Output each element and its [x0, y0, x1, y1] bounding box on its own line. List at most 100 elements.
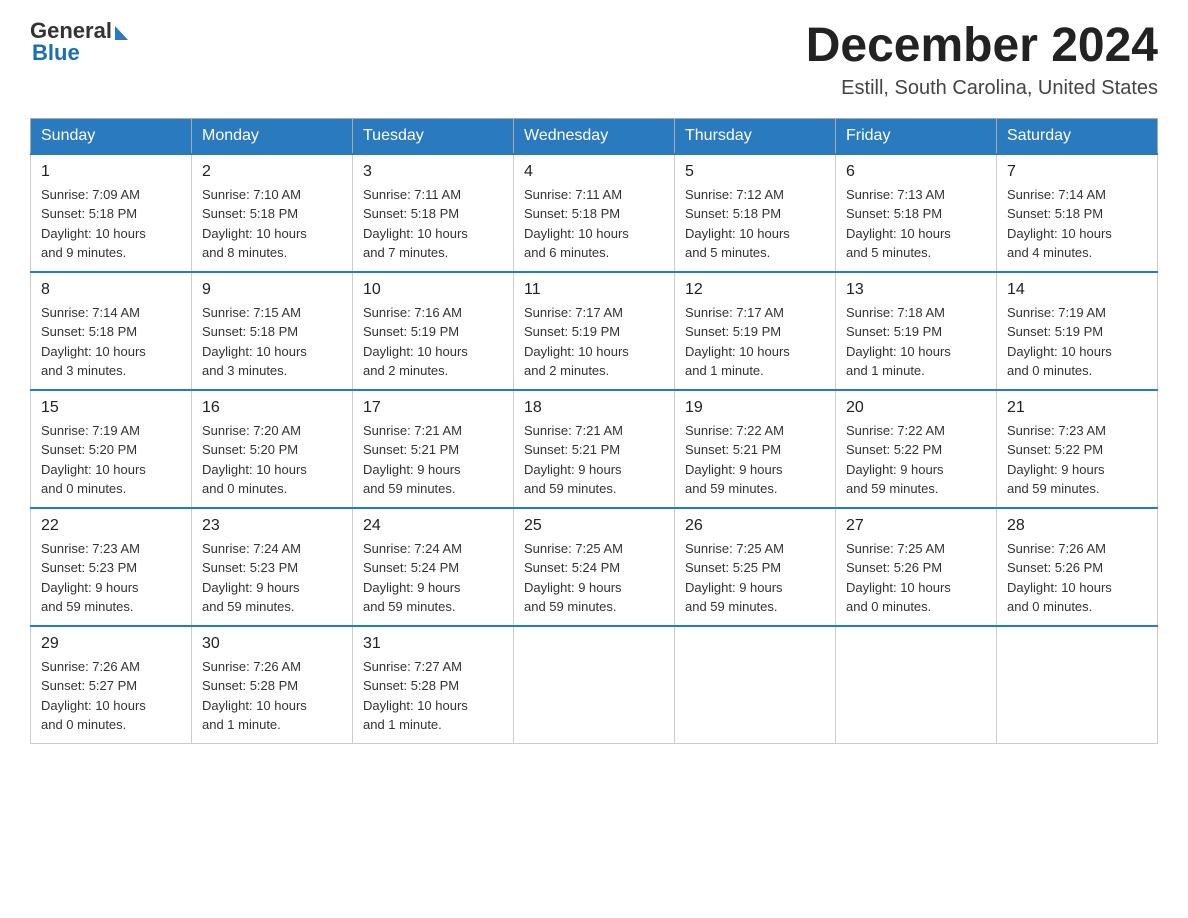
day-number: 12 [685, 281, 825, 299]
day-info: Sunrise: 7:17 AMSunset: 5:19 PMDaylight:… [524, 303, 664, 381]
day-info: Sunrise: 7:10 AMSunset: 5:18 PMDaylight:… [202, 185, 342, 263]
calendar-cell: 19 Sunrise: 7:22 AMSunset: 5:21 PMDayligh… [675, 390, 836, 508]
day-number: 19 [685, 399, 825, 417]
calendar-cell: 8Sunrise: 7:14 AMSunset: 5:18 PMDaylight… [31, 272, 192, 390]
location-subtitle: Estill, South Carolina, United States [806, 77, 1158, 100]
day-info: Sunrise: 7:14 AMSunset: 5:18 PMDaylight:… [1007, 185, 1147, 263]
logo: General Blue [30, 20, 128, 64]
day-number: 13 [846, 281, 986, 299]
logo-blue-text: Blue [32, 40, 80, 65]
calendar-cell: 2 Sunrise: 7:10 AMSunset: 5:18 PMDaylight… [192, 154, 353, 272]
day-number: 30 [202, 635, 342, 653]
calendar-cell: 29 Sunrise: 7:26 AMSunset: 5:27 PMDayligh… [31, 626, 192, 744]
day-info: Sunrise: 7:23 AMSunset: 5:22 PMDaylight:… [1007, 421, 1147, 499]
day-number: 28 [1007, 517, 1147, 535]
day-number: 22 [41, 517, 181, 535]
day-number: 16 [202, 399, 342, 417]
day-number: 2 [202, 163, 342, 181]
day-number: 9 [202, 281, 342, 299]
calendar-cell: 30 Sunrise: 7:26 AMSunset: 5:28 PMDayligh… [192, 626, 353, 744]
day-info: Sunrise: 7:25 AMSunset: 5:26 PMDaylight:… [846, 539, 986, 617]
day-number: 11 [524, 281, 664, 299]
day-info: Sunrise: 7:25 AMSunset: 5:24 PMDaylight:… [524, 539, 664, 617]
calendar-cell: 10 Sunrise: 7:16 AMSunset: 5:19 PMDayligh… [353, 272, 514, 390]
header-thursday: Thursday [675, 118, 836, 154]
day-info: Sunrise: 7:21 AMSunset: 5:21 PMDaylight:… [524, 421, 664, 499]
day-number: 26 [685, 517, 825, 535]
day-info: Sunrise: 7:26 AMSunset: 5:28 PMDaylight:… [202, 657, 342, 735]
calendar-cell: 3Sunrise: 7:11 AMSunset: 5:18 PMDaylight… [353, 154, 514, 272]
day-info: Sunrise: 7:15 AMSunset: 5:18 PMDaylight:… [202, 303, 342, 381]
day-number: 10 [363, 281, 503, 299]
calendar-cell: 25Sunrise: 7:25 AMSunset: 5:24 PMDayligh… [514, 508, 675, 626]
day-info: Sunrise: 7:21 AMSunset: 5:21 PMDaylight:… [363, 421, 503, 499]
day-number: 24 [363, 517, 503, 535]
day-info: Sunrise: 7:19 AMSunset: 5:19 PMDaylight:… [1007, 303, 1147, 381]
day-number: 6 [846, 163, 986, 181]
calendar-cell: 13 Sunrise: 7:18 AMSunset: 5:19 PMDayligh… [836, 272, 997, 390]
calendar-week-row: 15Sunrise: 7:19 AMSunset: 5:20 PMDayligh… [31, 390, 1158, 508]
header-wednesday: Wednesday [514, 118, 675, 154]
day-info: Sunrise: 7:23 AMSunset: 5:23 PMDaylight:… [41, 539, 181, 617]
day-number: 31 [363, 635, 503, 653]
calendar-cell: 17 Sunrise: 7:21 AMSunset: 5:21 PMDayligh… [353, 390, 514, 508]
header-saturday: Saturday [997, 118, 1158, 154]
calendar-cell: 14 Sunrise: 7:19 AMSunset: 5:19 PMDayligh… [997, 272, 1158, 390]
calendar-cell: 12Sunrise: 7:17 AMSunset: 5:19 PMDayligh… [675, 272, 836, 390]
day-number: 1 [41, 163, 181, 181]
calendar-week-row: 1 Sunrise: 7:09 AMSunset: 5:18 PMDaylight… [31, 154, 1158, 272]
day-info: Sunrise: 7:26 AMSunset: 5:27 PMDaylight:… [41, 657, 181, 735]
calendar-week-row: 22 Sunrise: 7:23 AMSunset: 5:23 PMDayligh… [31, 508, 1158, 626]
day-info: Sunrise: 7:11 AMSunset: 5:18 PMDaylight:… [524, 185, 664, 263]
day-info: Sunrise: 7:18 AMSunset: 5:19 PMDaylight:… [846, 303, 986, 381]
day-info: Sunrise: 7:13 AMSunset: 5:18 PMDaylight:… [846, 185, 986, 263]
day-number: 20 [846, 399, 986, 417]
day-info: Sunrise: 7:25 AMSunset: 5:25 PMDaylight:… [685, 539, 825, 617]
calendar-cell: 16 Sunrise: 7:20 AMSunset: 5:20 PMDayligh… [192, 390, 353, 508]
calendar-cell: 20 Sunrise: 7:22 AMSunset: 5:22 PMDayligh… [836, 390, 997, 508]
calendar-cell: 23Sunrise: 7:24 AMSunset: 5:23 PMDayligh… [192, 508, 353, 626]
day-info: Sunrise: 7:12 AMSunset: 5:18 PMDaylight:… [685, 185, 825, 263]
calendar-cell: 4 Sunrise: 7:11 AMSunset: 5:18 PMDaylight… [514, 154, 675, 272]
calendar-cell: 28 Sunrise: 7:26 AMSunset: 5:26 PMDayligh… [997, 508, 1158, 626]
day-info: Sunrise: 7:09 AMSunset: 5:18 PMDaylight:… [41, 185, 181, 263]
calendar-cell: 27Sunrise: 7:25 AMSunset: 5:26 PMDayligh… [836, 508, 997, 626]
page-header: General Blue December 2024 Estill, South… [30, 20, 1158, 100]
header-friday: Friday [836, 118, 997, 154]
calendar-cell: 1 Sunrise: 7:09 AMSunset: 5:18 PMDaylight… [31, 154, 192, 272]
day-number: 14 [1007, 281, 1147, 299]
day-info: Sunrise: 7:22 AMSunset: 5:22 PMDaylight:… [846, 421, 986, 499]
header-tuesday: Tuesday [353, 118, 514, 154]
day-info: Sunrise: 7:20 AMSunset: 5:20 PMDaylight:… [202, 421, 342, 499]
day-info: Sunrise: 7:26 AMSunset: 5:26 PMDaylight:… [1007, 539, 1147, 617]
logo-general-text: General [30, 20, 112, 42]
calendar-cell: 9 Sunrise: 7:15 AMSunset: 5:18 PMDaylight… [192, 272, 353, 390]
day-number: 23 [202, 517, 342, 535]
day-info: Sunrise: 7:22 AMSunset: 5:21 PMDaylight:… [685, 421, 825, 499]
calendar-cell: 24 Sunrise: 7:24 AMSunset: 5:24 PMDayligh… [353, 508, 514, 626]
calendar-cell [997, 626, 1158, 744]
days-of-week-header: SundayMondayTuesdayWednesdayThursdayFrid… [31, 118, 1158, 154]
header-monday: Monday [192, 118, 353, 154]
calendar-cell: 5 Sunrise: 7:12 AMSunset: 5:18 PMDaylight… [675, 154, 836, 272]
day-number: 17 [363, 399, 503, 417]
day-number: 21 [1007, 399, 1147, 417]
calendar-cell: 18 Sunrise: 7:21 AMSunset: 5:21 PMDayligh… [514, 390, 675, 508]
calendar-cell: 31 Sunrise: 7:27 AMSunset: 5:28 PMDayligh… [353, 626, 514, 744]
day-info: Sunrise: 7:27 AMSunset: 5:28 PMDaylight:… [363, 657, 503, 735]
calendar-cell: 26 Sunrise: 7:25 AMSunset: 5:25 PMDayligh… [675, 508, 836, 626]
calendar-cell [675, 626, 836, 744]
calendar-cell: 11 Sunrise: 7:17 AMSunset: 5:19 PMDayligh… [514, 272, 675, 390]
calendar-cell [514, 626, 675, 744]
day-number: 29 [41, 635, 181, 653]
calendar-week-row: 8Sunrise: 7:14 AMSunset: 5:18 PMDaylight… [31, 272, 1158, 390]
day-number: 18 [524, 399, 664, 417]
day-number: 4 [524, 163, 664, 181]
day-info: Sunrise: 7:24 AMSunset: 5:24 PMDaylight:… [363, 539, 503, 617]
calendar-cell: 6 Sunrise: 7:13 AMSunset: 5:18 PMDaylight… [836, 154, 997, 272]
day-info: Sunrise: 7:16 AMSunset: 5:19 PMDaylight:… [363, 303, 503, 381]
day-number: 5 [685, 163, 825, 181]
day-number: 3 [363, 163, 503, 181]
calendar-cell: 22 Sunrise: 7:23 AMSunset: 5:23 PMDayligh… [31, 508, 192, 626]
calendar-cell: 15Sunrise: 7:19 AMSunset: 5:20 PMDayligh… [31, 390, 192, 508]
